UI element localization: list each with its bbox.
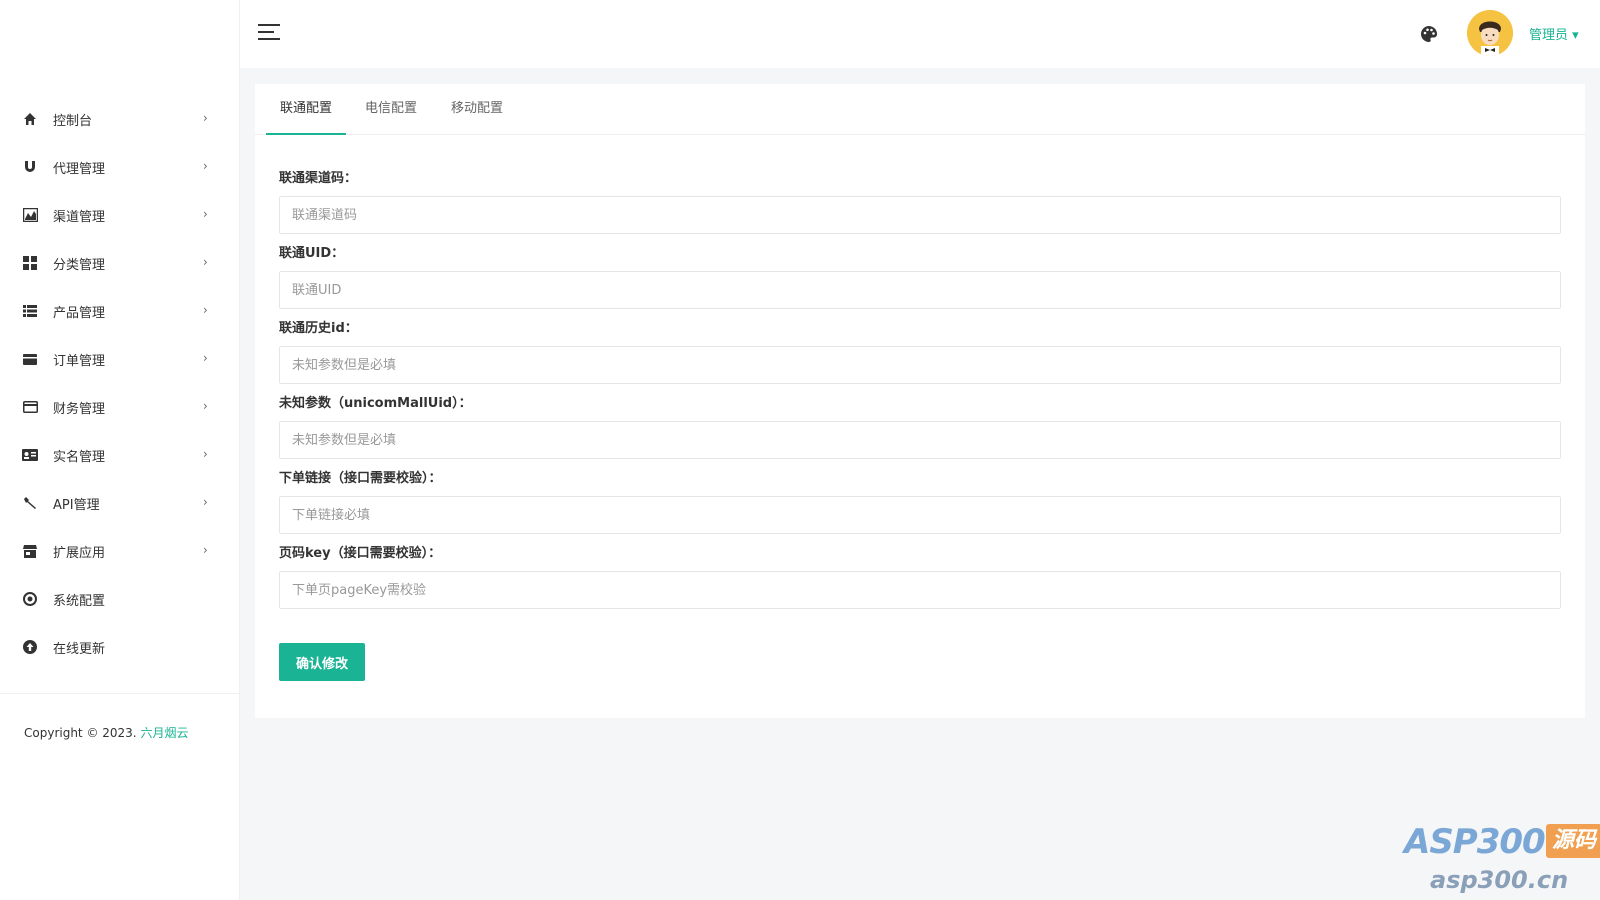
history-id-input[interactable] [279, 346, 1561, 384]
sidebar-item-label: 扩展应用 [53, 545, 106, 561]
tab-mobile[interactable]: 移动配置 [451, 84, 503, 134]
channel-code-input[interactable] [279, 196, 1561, 234]
chevron-right-icon: › [203, 207, 208, 221]
magnet-icon [22, 159, 38, 175]
uid-label: 联通UID： [279, 246, 345, 261]
sidebar-item-products[interactable]: 产品管理 › [0, 287, 239, 335]
form-group-history-id: 联通历史id： [279, 320, 1561, 384]
sidebar-item-online-update[interactable]: 在线更新 [0, 623, 239, 671]
form-group-mall-uid: 未知参数（unicomMallUid）： [279, 395, 1561, 459]
chevron-right-icon: › [203, 447, 208, 461]
page-key-input[interactable] [279, 571, 1561, 609]
config-panel: 联通配置 电信配置 移动配置 联通渠道码： 联通UID： 联通历史id： 未知参… [255, 84, 1585, 718]
grid-icon [22, 255, 38, 271]
unicom-config-form: 联通渠道码： 联通UID： 联通历史id： 未知参数（unicomMallUid… [279, 170, 1561, 620]
chevron-right-icon: › [203, 543, 208, 557]
page-key-label: 页码key（接口需要校验）： [279, 546, 442, 561]
sidebar-item-label: 产品管理 [53, 305, 106, 321]
user-menu[interactable]: 管理员 ▾ [1529, 24, 1579, 43]
sidebar-item-label: 系统配置 [53, 593, 106, 609]
form-group-channel-code: 联通渠道码： [279, 170, 1561, 234]
sidebar-footer: Copyright © 2023. 六月烟云 [0, 693, 239, 741]
palette-icon[interactable] [1420, 25, 1438, 47]
id-card-icon [22, 447, 38, 463]
sidebar-item-label: 在线更新 [53, 641, 106, 657]
sidebar-item-system-config[interactable]: 系统配置 [0, 575, 239, 623]
sidebar-item-channels[interactable]: 渠道管理 › [0, 191, 239, 239]
upload-icon [22, 639, 38, 655]
sidebar-item-label: 分类管理 [53, 257, 106, 273]
chevron-right-icon: › [203, 255, 208, 269]
sidebar-item-dashboard[interactable]: 控制台 › [0, 95, 239, 143]
menu-toggle-icon[interactable] [258, 24, 280, 42]
sidebar-item-realname[interactable]: 实名管理 › [0, 431, 239, 479]
uid-input[interactable] [279, 271, 1561, 309]
top-header: 管理员 ▾ [240, 0, 1600, 68]
list-icon [22, 303, 38, 319]
chevron-right-icon: › [203, 159, 208, 173]
sidebar-menu: 控制台 › 代理管理 › 渠道管理 › 分类管理 › 产品管理 › 订单管理 ›… [0, 95, 239, 671]
chevron-right-icon: › [203, 351, 208, 365]
form-group-page-key: 页码key（接口需要校验）： [279, 545, 1561, 609]
sidebar-item-finance[interactable]: 财务管理 › [0, 383, 239, 431]
order-link-label: 下单链接（接口需要校验）： [279, 471, 442, 486]
copyright-text: Copyright © 2023. [24, 726, 137, 740]
channel-code-label: 联通渠道码： [279, 171, 358, 186]
watermark-text: ASP300 [1404, 822, 1546, 862]
sidebar-item-extensions[interactable]: 扩展应用 › [0, 527, 239, 575]
watermark-logo: ASP300 源码 asp300.cn [1404, 822, 1600, 900]
order-link-input[interactable] [279, 496, 1561, 534]
sidebar-item-label: 订单管理 [53, 353, 106, 369]
sidebar-item-categories[interactable]: 分类管理 › [0, 239, 239, 287]
chart-icon [22, 207, 38, 223]
tab-telecom[interactable]: 电信配置 [365, 84, 417, 134]
avatar[interactable] [1467, 10, 1513, 56]
sidebar-item-label: 代理管理 [53, 161, 106, 177]
sidebar-item-label: 渠道管理 [53, 209, 106, 225]
sidebar-item-label: 控制台 [53, 113, 93, 129]
credit-card-icon [22, 399, 38, 415]
chevron-right-icon: › [203, 111, 208, 125]
sidebar-item-label: API管理 [53, 497, 100, 513]
tab-bar: 联通配置 电信配置 移动配置 [255, 84, 1585, 135]
sidebar-item-label: 实名管理 [53, 449, 106, 465]
sidebar: 控制台 › 代理管理 › 渠道管理 › 分类管理 › 产品管理 › 订单管理 ›… [0, 0, 240, 900]
brand-link[interactable]: 六月烟云 [140, 726, 188, 740]
watermark-badge: 源码 [1546, 824, 1600, 858]
chevron-right-icon: › [203, 303, 208, 317]
home-icon [22, 111, 38, 127]
sidebar-item-orders[interactable]: 订单管理 › [0, 335, 239, 383]
confirm-button[interactable]: 确认修改 [279, 643, 365, 681]
mall-uid-label: 未知参数（unicomMallUid）： [279, 396, 472, 411]
sidebar-item-api[interactable]: API管理 › [0, 479, 239, 527]
tab-unicom[interactable]: 联通配置 [265, 84, 347, 135]
mall-uid-input[interactable] [279, 421, 1561, 459]
settings-icon [22, 591, 38, 607]
form-group-uid: 联通UID： [279, 245, 1561, 309]
order-icon [22, 351, 38, 367]
store-icon [22, 543, 38, 559]
history-id-label: 联通历史id： [279, 321, 358, 336]
chevron-right-icon: › [203, 399, 208, 413]
form-group-order-link: 下单链接（接口需要校验）： [279, 470, 1561, 534]
sidebar-item-label: 财务管理 [53, 401, 106, 417]
chevron-right-icon: › [203, 495, 208, 509]
sidebar-item-agents[interactable]: 代理管理 › [0, 143, 239, 191]
wrench-icon [22, 495, 38, 511]
watermark-url: asp300.cn [1430, 866, 1569, 894]
